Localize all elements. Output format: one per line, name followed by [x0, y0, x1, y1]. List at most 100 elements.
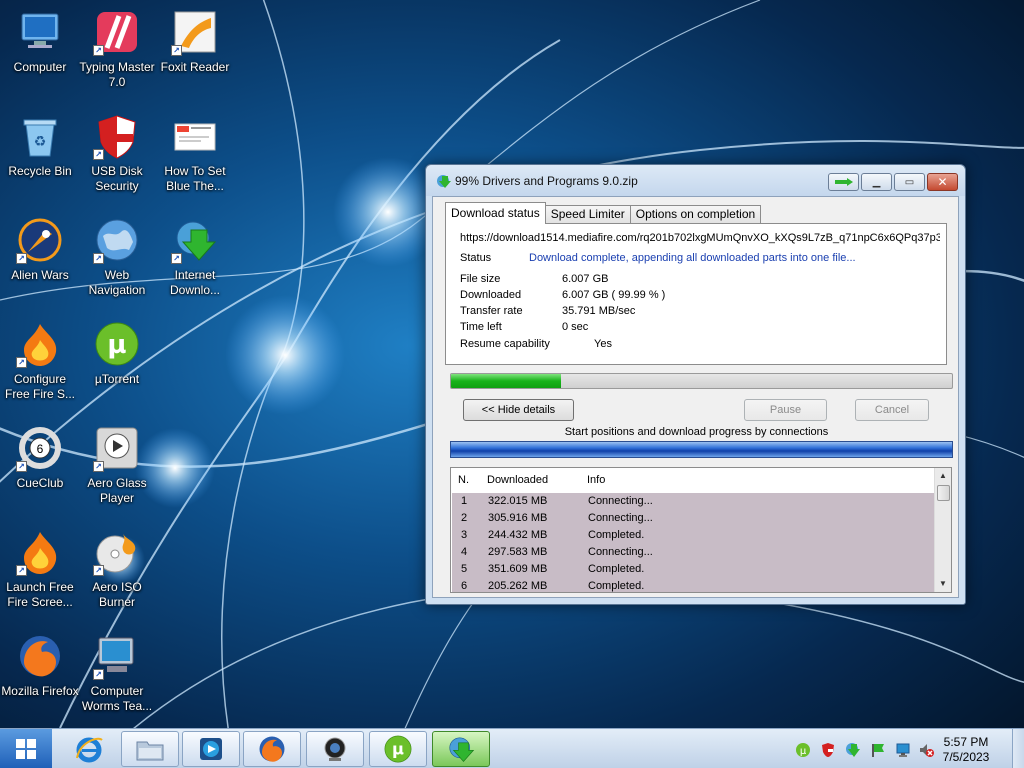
- clock-date: 7/5/2023: [942, 750, 990, 764]
- row-downloaded: 322.015 MB: [488, 495, 548, 507]
- desktop-icon-computer-worms[interactable]: ↗ Computer Worms Tea...: [77, 626, 157, 726]
- desktop-icon-label: Launch Free Fire Scree...: [6, 580, 74, 609]
- taskbar-internet-explorer[interactable]: [60, 731, 118, 767]
- row-info: Completed.: [588, 580, 645, 592]
- scroll-up-icon[interactable]: ▲: [935, 468, 951, 484]
- status-value: Download complete, appending all downloa…: [529, 252, 856, 264]
- show-desktop-button[interactable]: [1012, 729, 1024, 768]
- desktop-icon-label: USB Disk Security: [91, 164, 143, 193]
- cancel-button[interactable]: Cancel: [855, 399, 929, 421]
- table-scrollbar[interactable]: ▲ ▼: [934, 468, 951, 592]
- hide-details-button[interactable]: << Hide details: [463, 399, 574, 421]
- utorrent-tray-icon[interactable]: µ: [795, 742, 811, 758]
- desktop-icon-foxit-reader[interactable]: ↗ Foxit Reader: [155, 2, 235, 102]
- taskbar-utorrent[interactable]: µ: [369, 731, 427, 767]
- desktop-icon-aero-iso-burner[interactable]: ↗ Aero ISO Burner: [77, 522, 157, 622]
- desktop-icon-recycle-bin[interactable]: ♻ Recycle Bin: [0, 106, 80, 206]
- table-row[interactable]: 2 305.916 MB Connecting...: [452, 510, 935, 527]
- alien-wars-icon: ↗: [16, 216, 64, 264]
- scroll-thumb[interactable]: [937, 485, 950, 501]
- scroll-down-icon[interactable]: ▼: [935, 576, 951, 592]
- shortcut-arrow-icon: ↗: [93, 253, 104, 264]
- desktop-icon-internet-download-manager[interactable]: ↗ Internet Downlo...: [155, 210, 235, 310]
- desktop-icon-label: Aero Glass Player: [87, 476, 147, 505]
- time-left-value: 0 sec: [562, 321, 589, 333]
- desktop-icon-label: Internet Downlo...: [169, 268, 221, 297]
- table-row[interactable]: 1 322.015 MB Connecting...: [452, 493, 935, 510]
- recycle-bin-icon: ♻: [16, 112, 64, 160]
- desktop-icon-typing-master[interactable]: ↗ Typing Master 7.0: [77, 2, 157, 102]
- desktop-icon-usb-disk-security[interactable]: ↗ USB Disk Security: [77, 106, 157, 206]
- usb-security-tray-icon[interactable]: [820, 742, 836, 758]
- row-info: Connecting...: [588, 495, 653, 507]
- column-header-downloaded[interactable]: Downloaded: [487, 468, 549, 492]
- row-info: Completed.: [588, 563, 645, 575]
- tab-options-on-completion[interactable]: Options on completion: [629, 205, 762, 224]
- desktop-icon-label: How To Set Blue The...: [164, 164, 226, 193]
- pause-button[interactable]: Pause: [744, 399, 827, 421]
- utorrent-icon: µ: [93, 320, 141, 368]
- download-progress-bar: [450, 373, 953, 389]
- shortcut-arrow-icon: ↗: [16, 357, 27, 368]
- desktop-icon-aero-glass-player[interactable]: ↗ Aero Glass Player: [77, 418, 157, 518]
- media-player-icon: [200, 738, 222, 760]
- row-number: 2: [461, 512, 468, 524]
- row-info: Connecting...: [588, 512, 653, 524]
- taskbar-webcam[interactable]: [306, 731, 364, 767]
- table-row[interactable]: 3 244.432 MB Completed.: [452, 527, 935, 544]
- desktop-icon-computer[interactable]: Computer: [0, 2, 80, 102]
- row-number: 5: [461, 563, 468, 575]
- close-button[interactable]: ✕: [927, 173, 958, 191]
- shortcut-arrow-icon: ↗: [93, 45, 104, 56]
- restore-button[interactable]: ▭: [894, 173, 925, 191]
- table-row[interactable]: 4 297.583 MB Connecting...: [452, 544, 935, 561]
- transfer-rate-value: 35.791 MB/sec: [562, 305, 636, 317]
- restore-icon: ▭: [904, 176, 915, 188]
- volume-muted-icon[interactable]: [918, 742, 934, 758]
- desktop-icon-how-to-set[interactable]: How To Set Blue The...: [155, 106, 235, 206]
- desktop-icon-mozilla-firefox[interactable]: Mozilla Firefox: [0, 626, 80, 726]
- desktop-icon-configure-free-fire[interactable]: ↗ Configure Free Fire S...: [0, 314, 80, 414]
- tab-download-status[interactable]: Download status: [445, 202, 546, 224]
- download-progress-window[interactable]: 99% Drivers and Programs 9.0.zip ▁ ▭ ✕ D…: [425, 164, 966, 605]
- window-titlebar[interactable]: 99% Drivers and Programs 9.0.zip ▁ ▭ ✕: [426, 165, 965, 196]
- desktop-icon-alien-wars[interactable]: ↗ Alien Wars: [0, 210, 80, 310]
- system-clock[interactable]: 5:57 PM 7/5/2023: [936, 735, 996, 765]
- taskbar-firefox[interactable]: [243, 731, 301, 767]
- minimize-button[interactable]: ▁: [861, 173, 892, 191]
- resume-capability-label: Resume capability: [460, 338, 550, 350]
- taskbar: µ µ 5:57 PM 7/5/2023: [0, 728, 1024, 768]
- desktop-icon-utorrent[interactable]: µ µTorrent: [77, 314, 157, 414]
- connections-table[interactable]: N. Downloaded Info 1 322.015 MB Connecti…: [450, 467, 952, 593]
- start-button[interactable]: [0, 729, 52, 768]
- desktop-icon-web-navigation[interactable]: ↗ Web Navigation: [77, 210, 157, 310]
- flag-icon[interactable]: [870, 742, 886, 758]
- row-downloaded: 297.583 MB: [488, 546, 548, 558]
- desktop-icon-launch-free-fire[interactable]: ↗ Launch Free Fire Scree...: [0, 522, 80, 622]
- shortcut-arrow-icon: ↗: [16, 461, 27, 472]
- taskbar-internet-download-manager[interactable]: [432, 731, 490, 767]
- desktop-icon-cueclub[interactable]: 6 ↗ CueClub: [0, 418, 80, 518]
- table-row[interactable]: 6 205.262 MB Completed.: [452, 578, 935, 592]
- column-header-number[interactable]: N.: [458, 468, 469, 492]
- table-row[interactable]: 5 351.609 MB Completed.: [452, 561, 935, 578]
- minimize-icon: ▁: [872, 176, 881, 188]
- taskbar-media-player[interactable]: [182, 731, 240, 767]
- desktop-icon-label: Web Navigation: [88, 268, 146, 297]
- file-size-label: File size: [460, 273, 501, 285]
- usb-disk-security-icon: ↗: [93, 112, 141, 160]
- network-icon[interactable]: [895, 742, 911, 758]
- download-url: https://download1514.mediafire.com/rq201…: [460, 232, 940, 244]
- svg-text:♻: ♻: [34, 133, 47, 149]
- idm-tray-icon[interactable]: [845, 742, 861, 758]
- row-number: 4: [461, 546, 468, 558]
- row-number: 1: [461, 495, 468, 507]
- speed-button[interactable]: [828, 173, 859, 191]
- row-downloaded: 205.262 MB: [488, 580, 548, 592]
- taskbar-file-explorer[interactable]: [121, 731, 179, 767]
- tab-speed-limiter[interactable]: Speed Limiter: [544, 205, 631, 224]
- firefox-icon: [259, 736, 285, 762]
- download-status-panel: https://download1514.mediafire.com/rq201…: [445, 223, 947, 365]
- resume-capability-value: Yes: [594, 338, 612, 350]
- column-header-info[interactable]: Info: [587, 468, 606, 492]
